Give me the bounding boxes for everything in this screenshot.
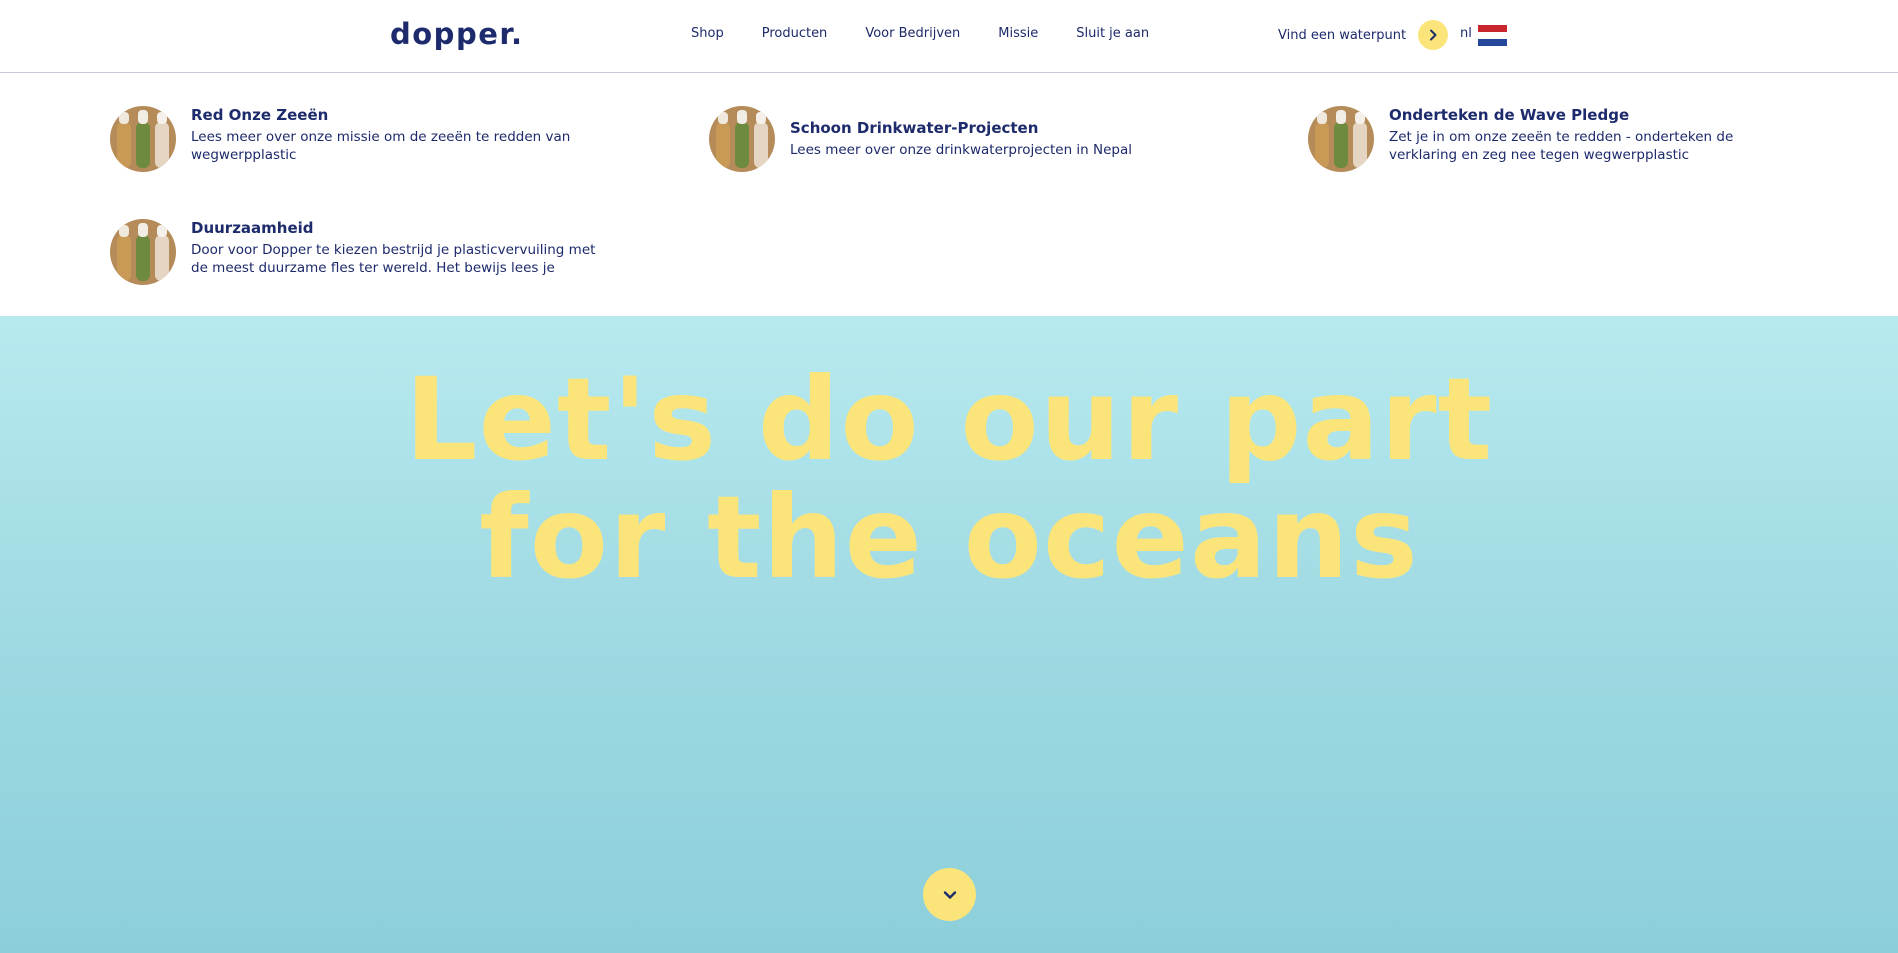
nav-producten[interactable]: Producten xyxy=(762,26,828,41)
scroll-down-button[interactable] xyxy=(923,868,976,921)
dropdown-item-desc: Zet je in om onze zeeën te redden - onde… xyxy=(1389,129,1734,163)
language-selector[interactable]: nl xyxy=(1460,26,1472,41)
find-waterpoint[interactable]: Vind een waterpunt xyxy=(1278,20,1449,50)
find-waterpoint-button[interactable] xyxy=(1418,20,1449,50)
dropdown-item-red-onze-zeeen[interactable]: Red Onze Zeeën Lees meer over onze missi… xyxy=(110,106,590,172)
hero-section: Let's do our part for the oceans xyxy=(0,316,1898,953)
find-waterpoint-label: Vind een waterpunt xyxy=(1278,27,1407,43)
chevron-right-icon xyxy=(1430,29,1437,41)
netherlands-flag-icon[interactable] xyxy=(1478,25,1507,46)
site-header: dopper. Shop Producten Voor Bedrijven Mi… xyxy=(0,0,1898,73)
dopper-logo-mark: dopper. xyxy=(390,18,522,51)
main-nav: Shop Producten Voor Bedrijven Missie Slu… xyxy=(691,26,1187,41)
nav-shop[interactable]: Shop xyxy=(691,26,724,41)
dropdown-item-schoon-drinkwater[interactable]: Schoon Drinkwater-Projecten Lees meer ov… xyxy=(709,106,1189,172)
dropdown-item-title: Duurzaamheid xyxy=(191,219,314,237)
bottles-thumbnail xyxy=(110,219,176,285)
svg-text:dopper.: dopper. xyxy=(390,18,522,51)
bottles-thumbnail xyxy=(709,106,775,172)
bottles-thumbnail xyxy=(1308,106,1374,172)
bottles-thumbnail xyxy=(110,106,176,172)
dropdown-item-desc: Lees meer over onze drinkwaterprojecten … xyxy=(790,142,1133,158)
chevron-down-icon xyxy=(943,890,956,899)
dropdown-item-duurzaamheid[interactable]: Duurzaamheid Door voor Dopper te kiezen … xyxy=(110,219,600,285)
dropdown-item-title: Onderteken de Wave Pledge xyxy=(1389,106,1630,124)
dropdown-item-title: Schoon Drinkwater-Projecten xyxy=(790,119,1039,137)
hero-title-line-1: Let's do our part xyxy=(404,353,1494,486)
missie-dropdown: Red Onze Zeeën Lees meer over onze missi… xyxy=(0,73,1898,316)
hero-title: Let's do our part for the oceans xyxy=(0,361,1898,597)
dropdown-item-desc: Door voor Dopper te kiezen bestrijd je p… xyxy=(191,242,596,276)
dropdown-item-desc: Lees meer over onze missie om de zeeën t… xyxy=(191,129,571,163)
dopper-logo[interactable]: dopper. xyxy=(390,18,522,52)
dropdown-item-title: Red Onze Zeeën xyxy=(191,106,329,124)
nav-sluit-je-aan[interactable]: Sluit je aan xyxy=(1076,26,1149,41)
dropdown-item-wave-pledge[interactable]: Onderteken de Wave Pledge Zet je in om o… xyxy=(1308,106,1798,172)
nav-missie[interactable]: Missie xyxy=(998,26,1038,41)
nav-voor-bedrijven[interactable]: Voor Bedrijven xyxy=(865,26,960,41)
hero-title-line-2: for the oceans xyxy=(479,471,1419,604)
